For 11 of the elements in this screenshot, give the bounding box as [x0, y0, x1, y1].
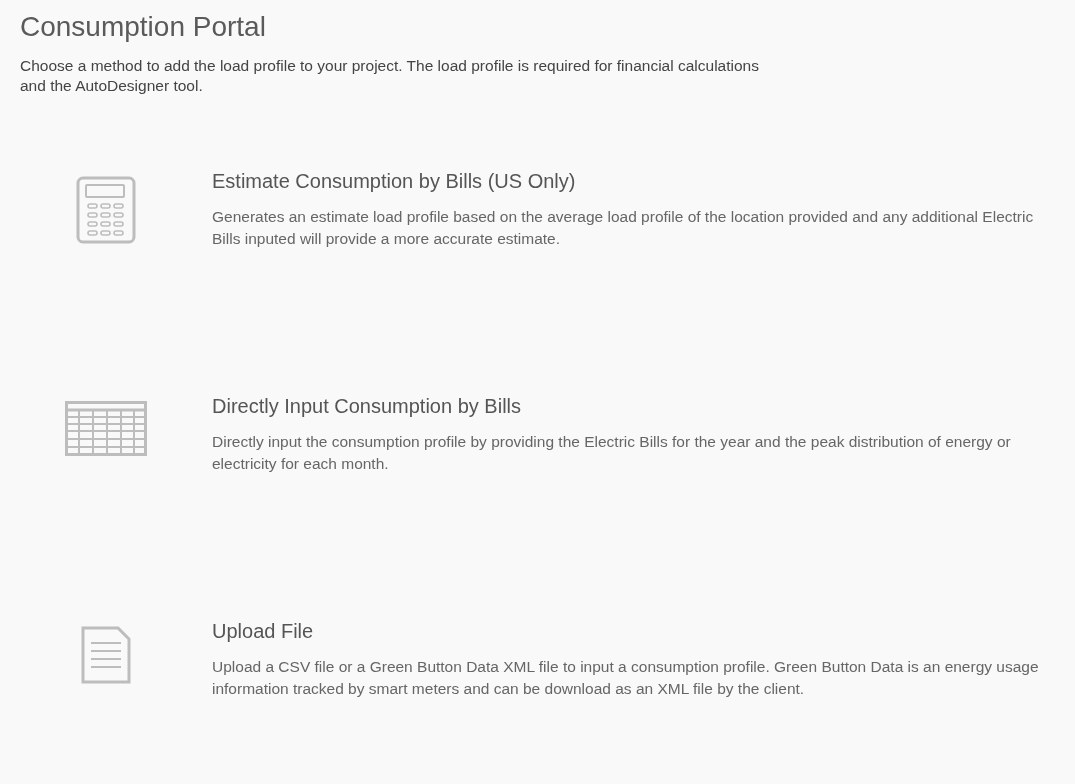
page-title: Consumption Portal [20, 10, 267, 44]
option-description: Generates an estimate load profile based on the average load profile of the location provided and any additional Electric Bills inputed will provide a more accurate estimate. [212, 207, 1035, 249]
table-icon [65, 401, 147, 456]
option-description: Upload a CSV file or a Green Button Data XML file to input a consumption profile. Green Button Data is an energy usage information tracked by smart meters and can be download as an XML file by the client. [212, 657, 1040, 699]
document-icon [81, 626, 131, 684]
calculator-icon [76, 176, 136, 244]
intro-text: Choose a method to add the load profile to your project. The load profile is required for financial calculations and the AutoDesigner tool. [20, 56, 760, 96]
option-description: Directly input the consumption profile by providing the Electric Bills for the year and the peak distribution of energy or electricity for each month. [212, 432, 1012, 474]
option-heading[interactable]: Directly Input Consumption by Bills [212, 393, 1042, 419]
option-heading[interactable]: Estimate Consumption by Bills (US Only) [212, 168, 1042, 194]
option-heading[interactable]: Upload File [212, 618, 1042, 644]
